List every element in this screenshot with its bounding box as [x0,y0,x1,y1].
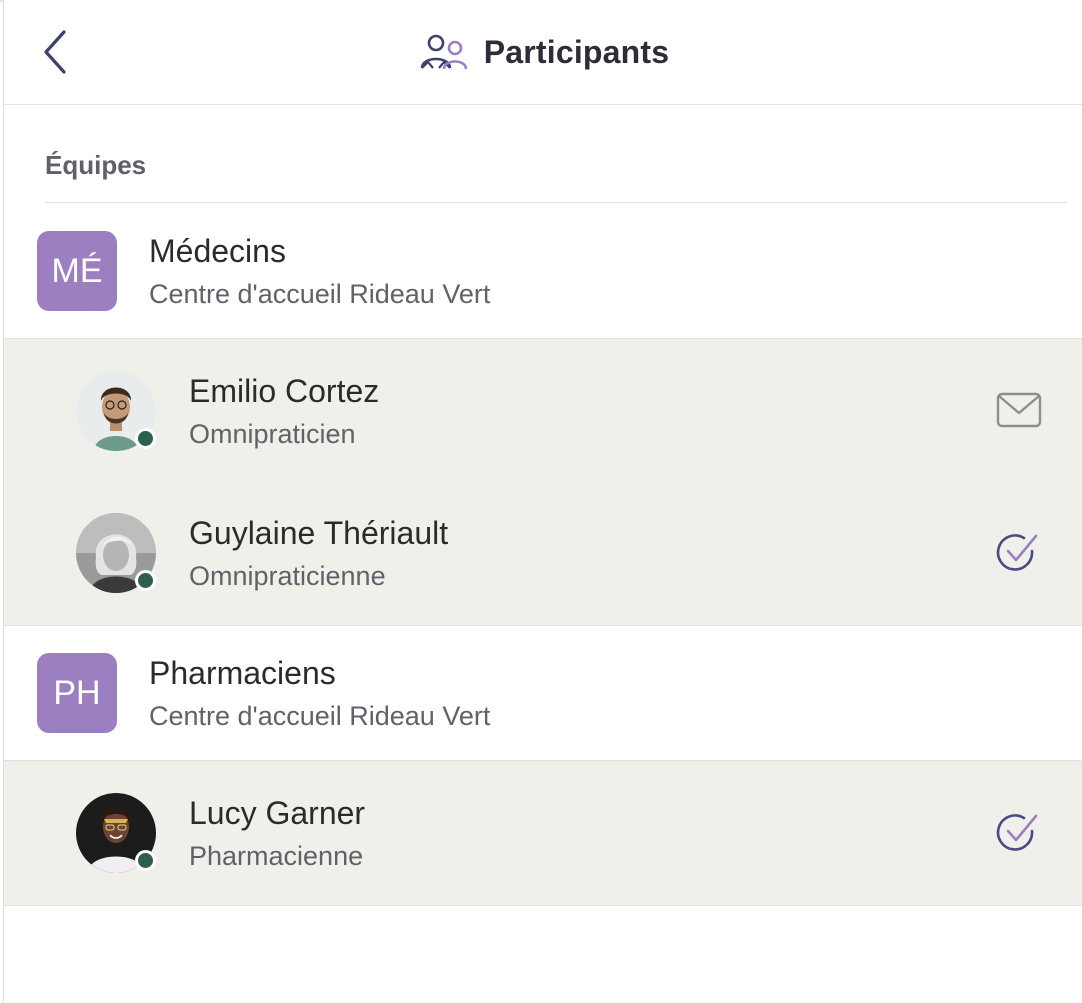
confirmed-status-button[interactable] [994,811,1040,855]
team-members-list: Lucy Garner Pharmacienne [4,760,1082,906]
team-avatar: PH [37,653,117,733]
online-status-indicator [135,850,156,871]
page-title: Participants [483,33,670,70]
mail-icon [996,392,1042,428]
team-members-list: Emilio Cortez Omnipraticien Guylaine Thé… [4,338,1082,626]
team-name: Médecins [149,233,286,269]
team-avatar: MÉ [37,231,117,311]
check-circle-icon [996,534,1038,571]
check-circle-icon [996,814,1038,851]
team-row[interactable]: MÉ Médecins Centre d'accueil Rideau Vert [4,203,1082,313]
team-subtitle: Centre d'accueil Rideau Vert [149,701,491,731]
send-message-button[interactable] [996,391,1042,435]
team-name: Pharmaciens [149,655,336,691]
team-row[interactable]: PH Pharmaciens Centre d'accueil Rideau V… [4,625,1082,735]
member-name: Lucy Garner [189,795,366,831]
section-title: Équipes [45,150,147,180]
member-role: Omnipraticienne [189,561,386,591]
online-status-indicator [135,428,156,449]
participants-icon [420,34,468,70]
member-row[interactable]: Lucy Garner Pharmacienne [4,761,1082,903]
member-name: Emilio Cortez [189,373,380,409]
confirmed-status-button[interactable] [994,531,1040,575]
member-row[interactable]: Guylaine Thériault Omnipraticienne [4,481,1082,623]
participants-panel: Participants Équipes MÉ Médecins Centre … [3,0,1082,1003]
member-role: Pharmacienne [189,841,364,871]
header: Participants [4,0,1082,105]
header-title-group: Participants [4,30,1082,74]
team-subtitle: Centre d'accueil Rideau Vert [149,279,491,309]
online-status-indicator [135,570,156,591]
member-name: Guylaine Thériault [189,515,449,551]
member-row[interactable]: Emilio Cortez Omnipraticien [4,339,1082,481]
member-role: Omnipraticien [189,419,356,449]
